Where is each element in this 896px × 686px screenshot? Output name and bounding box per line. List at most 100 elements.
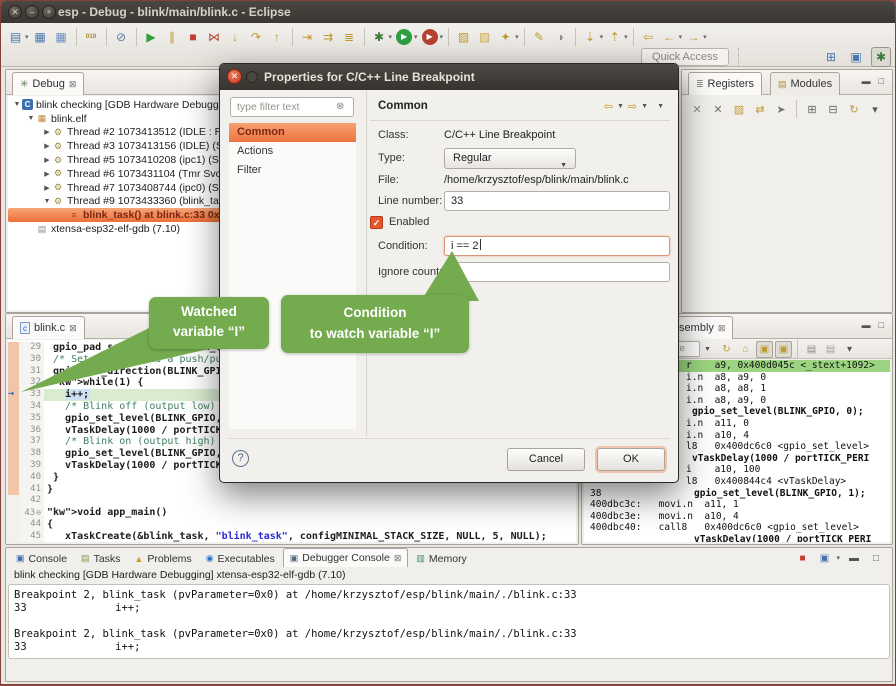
tree-expander-icon[interactable]: ▶ [42,128,52,136]
dialog-minimize-button[interactable] [246,71,258,83]
editor-annotation-gutter[interactable] [8,531,19,542]
fold-collapse-icon[interactable]: ⊖ [36,508,41,517]
resume-icon[interactable]: ▶ [142,27,161,46]
editor-annotation-gutter[interactable] [8,495,19,507]
cancel-button[interactable]: Cancel [507,448,585,471]
tab-tasks[interactable]: ▤Tasks [75,550,126,567]
tree-expander-icon[interactable]: ▶ [42,184,52,192]
view-menu-icon[interactable]: ▾ [841,341,858,358]
debug-icon-dropdown[interactable]: ▾ [389,33,393,41]
display-console-icon[interactable]: ▣ [816,550,832,566]
remove-icon[interactable]: ✕ [688,100,706,118]
close-icon[interactable]: ⊠ [718,323,726,334]
forward-icon[interactable]: → [684,27,703,46]
clear-filter-icon[interactable]: ⊗ [336,101,344,112]
editor-line[interactable]: 45 xTaskCreate(&blink_task, "blink_task"… [8,531,576,542]
nav-item-common[interactable]: Common [229,123,356,142]
disassembly-line[interactable]: 400dbc3c: movi.n a11, 1 [584,499,890,511]
editor-annotation-gutter[interactable] [8,460,19,472]
nav-item-actions[interactable]: Actions [229,142,356,161]
show-columns-icon[interactable]: ▨ [730,100,748,118]
step-return-icon[interactable]: ↑ [268,27,287,46]
view-menu-icon[interactable]: ▾ [866,100,884,118]
close-icon[interactable]: ⊠ [69,79,77,90]
editor-annotation-gutter[interactable] [8,472,19,484]
search-icon[interactable]: ✦ [496,27,515,46]
collapse-all-icon[interactable]: ⊟ [824,100,842,118]
editor-annotation-gutter[interactable] [8,484,19,496]
expand-all-icon[interactable]: ⊞ [803,100,821,118]
editor-annotation-gutter[interactable]: → [8,389,19,401]
profile-icon-dropdown[interactable]: ▾ [440,33,444,41]
window-close-button[interactable]: ✕ [8,5,22,19]
forward-icon-dropdown[interactable]: ▾ [703,33,707,41]
maximize-icon[interactable]: □ [879,320,884,330]
step-into-icon[interactable]: ↓ [226,27,245,46]
window-maximize-button[interactable]: + [42,5,56,19]
minimize-icon[interactable]: ▬ [862,76,871,86]
tree-expander-icon[interactable]: ▶ [42,156,52,164]
tab-executables[interactable]: ◉Executables [200,550,281,567]
tab-registers[interactable]: ≣ Registers [688,72,762,95]
sync-icon[interactable]: ↻ [718,341,735,358]
pin-view-icon[interactable]: ▤ [822,341,839,358]
run-icon-dropdown[interactable]: ▾ [414,33,418,41]
tab-memory[interactable]: ▥Memory [410,550,472,567]
run-icon[interactable]: ▶ [396,29,412,45]
switch-layout-icon[interactable]: ⇄ [751,100,769,118]
nav-item-filter[interactable]: Filter [229,161,356,180]
editor-annotation-gutter[interactable] [8,342,19,354]
tree-expander-icon[interactable]: ▼ [42,198,52,205]
save-icon[interactable]: ▦ [31,27,50,46]
highlight-icon[interactable]: ✎ [530,27,549,46]
maximize-icon[interactable]: □ [868,550,884,566]
tree-expander-icon[interactable]: ▼ [26,115,36,122]
disassembly-line[interactable]: vTaskDelay(1000 / portTICK_PERI [584,534,890,542]
last-edit-icon-dropdown[interactable]: ▾ [600,33,604,41]
refresh-icon[interactable]: ↻ [845,100,863,118]
tab-console[interactable]: ▣Console [10,550,73,567]
display-console-icon-dropdown[interactable]: ▾ [836,554,840,562]
last-edit-icon[interactable]: ⇣ [581,27,600,46]
binary-icon[interactable]: 010 [82,27,101,46]
maximize-icon[interactable]: □ [879,76,884,86]
ok-button[interactable]: OK [597,448,665,471]
track-expression-icon[interactable]: ▣ [775,341,792,358]
save-all-icon[interactable]: ▦ [52,27,71,46]
disassembly-line[interactable]: 400dbc40: call8 0x400dc6c0 <gpio_set_lev… [584,522,890,534]
debug-perspective-icon[interactable]: ✱ [871,47,891,67]
home-icon[interactable]: ⌂ [737,341,754,358]
profile-icon[interactable]: ▶ [422,29,438,45]
tree-expander-icon[interactable]: ▶ [42,170,52,178]
back-icon[interactable]: ← [660,27,679,46]
editor-annotation-gutter[interactable] [8,425,19,437]
condition-field[interactable]: i == 2 [444,236,670,256]
terminate-icon[interactable]: ■ [184,27,203,46]
type-dropdown[interactable]: Regular ▼ [444,148,576,169]
editor-annotation-gutter[interactable] [8,448,19,460]
tab-modules[interactable]: ▤ Modules [770,72,840,95]
editor-annotation-gutter[interactable] [8,436,19,448]
close-icon[interactable]: ⊠ [394,553,402,564]
skip-breakpoints-icon[interactable]: ⊘ [112,27,131,46]
back-icon[interactable]: ⇦ [604,100,613,113]
enabled-checkbox[interactable]: ✓ [370,216,383,229]
instruction-mode-icon[interactable]: ⇉ [319,27,338,46]
chevron-down-icon[interactable]: ▼ [704,346,711,353]
editor-line[interactable]: 43⊖"kw">void app_main() [8,507,576,519]
minimize-icon[interactable]: ▬ [846,550,862,566]
view-menu-icon[interactable]: ▼ [657,103,664,110]
debug-icon[interactable]: ✱ [370,27,389,46]
editor-annotation-gutter[interactable] [8,401,19,413]
remove-all-icon[interactable]: ✕ [709,100,727,118]
editor-line[interactable]: 41} [8,484,576,496]
minimize-icon[interactable]: ▬ [862,320,871,330]
show-source-icon[interactable]: ≣ [340,27,359,46]
dialog-close-button[interactable]: ✕ [227,69,242,84]
open-perspective-icon[interactable]: ⊞ [821,47,841,67]
editor-annotation-gutter[interactable] [8,519,19,531]
editor-annotation-gutter[interactable] [8,354,19,366]
cpp-perspective-icon[interactable]: ▣ [846,47,866,67]
help-icon[interactable]: ? [232,450,249,467]
tree-expander-icon[interactable]: ▼ [12,101,22,108]
